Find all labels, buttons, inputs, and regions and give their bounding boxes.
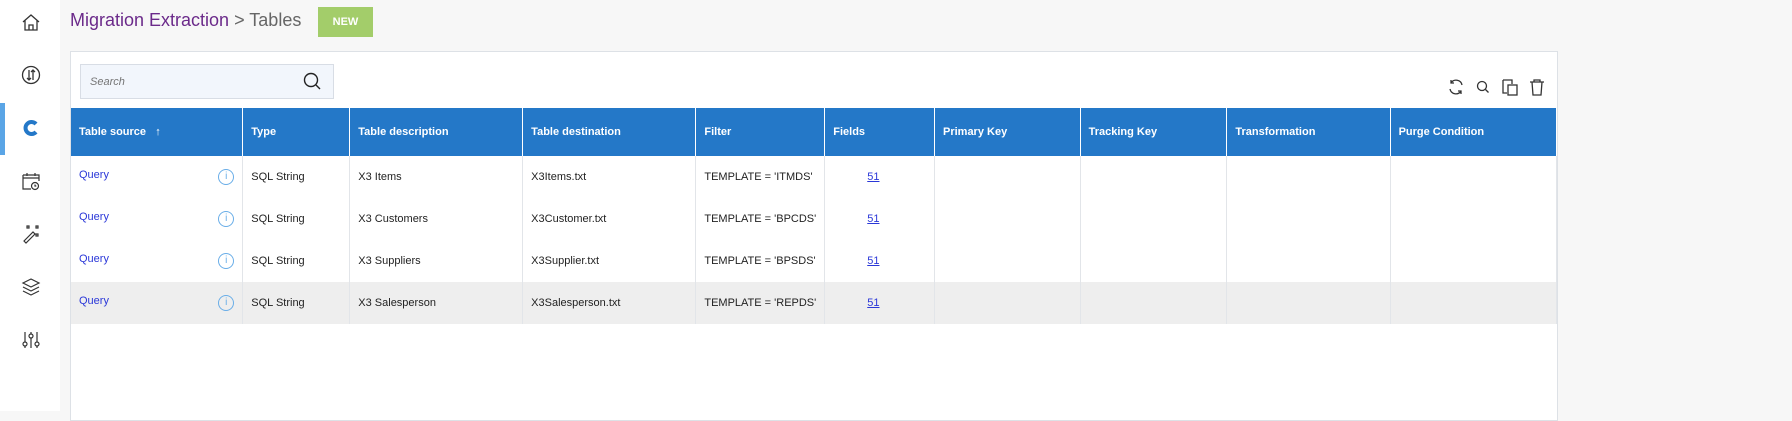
toolbar [1446, 77, 1547, 97]
cell-destination: X3Customer.txt [522, 198, 697, 240]
column-header-fields[interactable]: Fields [824, 108, 935, 156]
calendar-clock-icon[interactable] [18, 168, 44, 194]
cell-tracking-key [1080, 282, 1228, 324]
table-row[interactable]: Query i SQL String X3 Suppliers X3Supplie… [71, 240, 1558, 282]
cell-purge-condition [1390, 156, 1558, 198]
cell-destination: X3Salesperson.txt [522, 282, 697, 324]
cell-primary-key [934, 240, 1081, 282]
fields-link[interactable]: 51 [833, 297, 879, 309]
column-header-description[interactable]: Table description [349, 108, 524, 156]
source-link[interactable]: Query [79, 253, 109, 265]
cell-fields: 51 [824, 198, 935, 240]
column-header-type[interactable]: Type [242, 108, 351, 156]
cell-description: X3 Salesperson [349, 282, 524, 324]
info-icon[interactable]: i [218, 295, 235, 311]
cell-type: SQL String [242, 156, 351, 198]
trash-icon[interactable] [1527, 77, 1547, 97]
cell-primary-key [934, 282, 1081, 324]
fields-link[interactable]: 51 [833, 171, 879, 183]
sort-ascending-icon[interactable]: ↑ [155, 126, 161, 138]
home-icon[interactable] [18, 9, 44, 35]
source-link[interactable]: Query [79, 211, 109, 223]
copy-icon[interactable] [1500, 77, 1520, 97]
tables-panel: Table source ↑ Type Table description Ta… [70, 51, 1558, 421]
source-link[interactable]: Query [79, 169, 109, 181]
cell-transformation [1226, 240, 1391, 282]
new-button[interactable]: NEW [318, 7, 373, 37]
cell-filter: TEMPLATE = 'BPCDS' [695, 198, 826, 240]
cell-transformation [1226, 198, 1391, 240]
search-icon[interactable] [303, 72, 323, 97]
column-header-table-source[interactable]: Table source ↑ [71, 108, 244, 156]
table-row[interactable]: Query i SQL String X3 Items X3Items.txt T… [71, 156, 1558, 198]
breadcrumb-separator: > [234, 10, 245, 30]
cell-source: Query i [71, 282, 244, 324]
cell-type: SQL String [242, 198, 351, 240]
search-icon[interactable] [1473, 77, 1493, 97]
column-header-filter[interactable]: Filter [695, 108, 826, 156]
magic-wand-icon[interactable] [18, 221, 44, 247]
table-header: Table source ↑ Type Table description Ta… [71, 108, 1558, 156]
search-box [80, 64, 334, 99]
cell-transformation [1226, 282, 1391, 324]
cell-transformation [1226, 156, 1391, 198]
cell-source: Query i [71, 240, 244, 282]
fields-link[interactable]: 51 [833, 213, 879, 225]
tables-table: Table source ↑ Type Table description Ta… [71, 108, 1558, 324]
breadcrumb-root[interactable]: Migration Extraction [70, 10, 229, 30]
cell-purge-condition [1390, 282, 1558, 324]
cell-filter: TEMPLATE = 'BPSDS' [695, 240, 826, 282]
cell-primary-key [934, 198, 1081, 240]
active-indicator [0, 103, 5, 155]
table-row[interactable]: Query i SQL String X3 Salesperson X3Sales… [71, 282, 1558, 324]
search-input[interactable] [81, 65, 281, 98]
table-row[interactable]: Query i SQL String X3 Customers X3Custome… [71, 198, 1558, 240]
sync-icon[interactable] [18, 62, 44, 88]
cell-purge-condition [1390, 240, 1558, 282]
cell-tracking-key [1080, 240, 1228, 282]
layers-icon[interactable] [18, 274, 44, 300]
cell-source: Query i [71, 198, 244, 240]
info-icon[interactable]: i [218, 253, 235, 269]
cell-tracking-key [1080, 198, 1228, 240]
info-icon[interactable]: i [218, 169, 235, 185]
refresh-icon[interactable] [1446, 77, 1466, 97]
cell-primary-key [934, 156, 1081, 198]
column-header-transformation[interactable]: Transformation [1226, 108, 1391, 156]
cell-fields: 51 [824, 156, 935, 198]
cell-source: Query i [71, 156, 244, 198]
cell-type: SQL String [242, 282, 351, 324]
fields-link[interactable]: 51 [833, 255, 879, 267]
cell-description: X3 Items [349, 156, 524, 198]
cell-destination: X3Items.txt [522, 156, 697, 198]
sliders-icon[interactable] [18, 327, 44, 353]
cell-fields: 51 [824, 240, 935, 282]
cell-type: SQL String [242, 240, 351, 282]
cell-filter: TEMPLATE = 'ITMDS' [695, 156, 826, 198]
cell-description: X3 Suppliers [349, 240, 524, 282]
cell-tracking-key [1080, 156, 1228, 198]
breadcrumb-current: Tables [249, 10, 302, 30]
column-header-destination[interactable]: Table destination [522, 108, 697, 156]
cell-filter: TEMPLATE = 'REPDS' [695, 282, 826, 324]
column-header-primary-key[interactable]: Primary Key [934, 108, 1081, 156]
cell-purge-condition [1390, 198, 1558, 240]
sidebar [0, 0, 60, 411]
cell-destination: X3Supplier.txt [522, 240, 697, 282]
source-link[interactable]: Query [79, 295, 109, 307]
breadcrumb: Migration Extraction > Tables [70, 10, 301, 31]
magnet-icon[interactable] [18, 115, 44, 141]
cell-fields: 51 [824, 282, 935, 324]
info-icon[interactable]: i [218, 211, 235, 227]
cell-description: X3 Customers [349, 198, 524, 240]
column-header-purge-condition[interactable]: Purge Condition [1390, 108, 1558, 156]
column-header-tracking-key[interactable]: Tracking Key [1080, 108, 1228, 156]
